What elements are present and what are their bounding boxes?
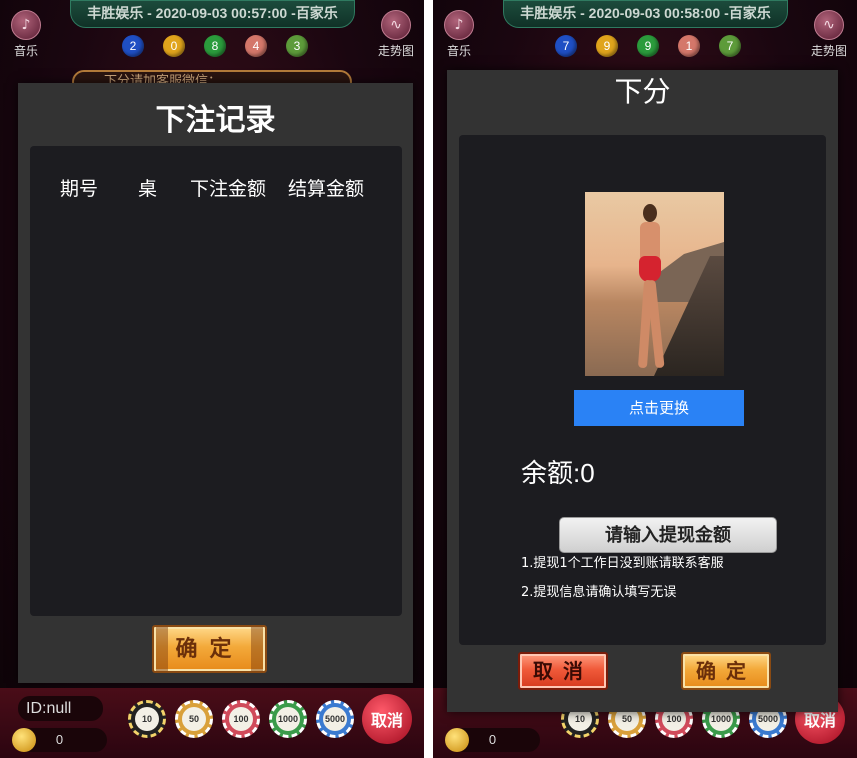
modal-title: 下注记录 [155,104,276,137]
header-bet-amount: 下注金额 [190,178,267,200]
music-button[interactable]: ♪ 音乐 [439,10,479,59]
confirm-label: 确定 [175,636,244,662]
game-banner: 丰胜娱乐 - 2020-09-03 00:57:00 -百家乐 [70,0,355,28]
chip-value: 10 [135,707,159,731]
withdraw-modal: 下分 点击更换 余额:0 1.提现1个工作日没到账请联系客服 2.提现信息请确认… [447,70,838,712]
cancel-button[interactable]: 取消 [518,652,608,690]
result-ball: 4 [245,35,267,57]
user-id: ID:null [18,696,103,721]
chip-value: 100 [229,707,253,731]
withdraw-amount-input[interactable] [559,517,777,553]
photo-head [643,204,657,222]
chip-value: 1000 [276,707,300,731]
result-ball: 7 [719,35,741,57]
note-1: 1.提现1个工作日没到账请联系客服 [521,556,724,571]
chip-list: 10 50 100 1000 5000 [128,700,354,738]
chip-10[interactable]: 10 [128,700,166,738]
chip-100[interactable]: 100 [222,700,260,738]
header-period: 期号 [60,178,99,200]
note-2: 2.提现信息请确认填写无误 [521,585,677,600]
music-label: 音乐 [13,44,38,58]
change-image-button[interactable]: 点击更换 [574,390,744,426]
coin-balance: 0 [445,728,540,752]
result-ball: 1 [678,35,700,57]
trend-button[interactable]: ∿ 走势图 [376,10,416,59]
music-label: 音乐 [446,44,471,58]
cancel-label: 取消 [533,659,593,683]
coin-balance: 0 [12,728,107,752]
result-balls: 2 0 8 4 3 [122,35,308,57]
result-ball: 3 [286,35,308,57]
bet-record-screen: 丰胜娱乐 - 2020-09-03 00:57:00 -百家乐 2 0 8 4 … [0,0,424,758]
trend-icon: ∿ [381,10,411,40]
ornament-right [251,627,263,671]
chip-5000[interactable]: 5000 [316,700,354,738]
modal-title: 下分 [614,76,671,107]
confirm-button[interactable]: 确定 [681,652,771,690]
balance-text: 余额:0 [521,458,595,488]
confirm-label: 确定 [696,659,756,683]
result-balls: 7 9 9 1 7 [555,35,741,57]
result-ball: 0 [163,35,185,57]
photo-suit [639,256,661,282]
result-ball: 9 [637,35,659,57]
music-button[interactable]: ♪ 音乐 [6,10,46,59]
cancel-bet-button[interactable]: 取消 [362,694,412,744]
confirm-button[interactable]: 确定 [152,625,267,673]
chip-1000[interactable]: 1000 [269,700,307,738]
record-table: 期号 桌 下注金额 结算金额 [30,146,402,616]
trend-button[interactable]: ∿ 走势图 [809,10,849,59]
result-ball: 9 [596,35,618,57]
header-table: 桌 [138,178,158,200]
withdraw-form: 点击更换 余额:0 1.提现1个工作日没到账请联系客服 2.提现信息请确认填写无… [459,135,826,645]
photo-person [633,204,669,369]
game-banner: 丰胜娱乐 - 2020-09-03 00:58:00 -百家乐 [503,0,788,28]
withdraw-screen: 丰胜娱乐 - 2020-09-03 00:58:00 -百家乐 7 9 9 1 … [433,0,857,758]
bottom-bar: ID:null 0 10 50 100 1000 5000 取消 [0,688,424,758]
result-ball: 7 [555,35,577,57]
result-ball: 2 [122,35,144,57]
coin-icon [445,728,469,752]
qr-photo [585,192,724,376]
chip-value: 50 [182,707,206,731]
trend-icon: ∿ [814,10,844,40]
coin-icon [12,728,36,752]
music-icon: ♪ [444,10,474,40]
coin-value: 0 [55,732,64,747]
trend-label: 走势图 [377,44,414,58]
ornament-left [156,627,168,671]
coin-value: 0 [488,732,497,747]
header-settle-amount: 结算金额 [288,178,365,200]
music-icon: ♪ [11,10,41,40]
bet-record-modal: 下注记录 期号 桌 下注金额 结算金额 确定 [18,83,413,683]
chip-50[interactable]: 50 [175,700,213,738]
chip-value: 5000 [323,707,347,731]
result-ball: 8 [204,35,226,57]
trend-label: 走势图 [810,44,847,58]
